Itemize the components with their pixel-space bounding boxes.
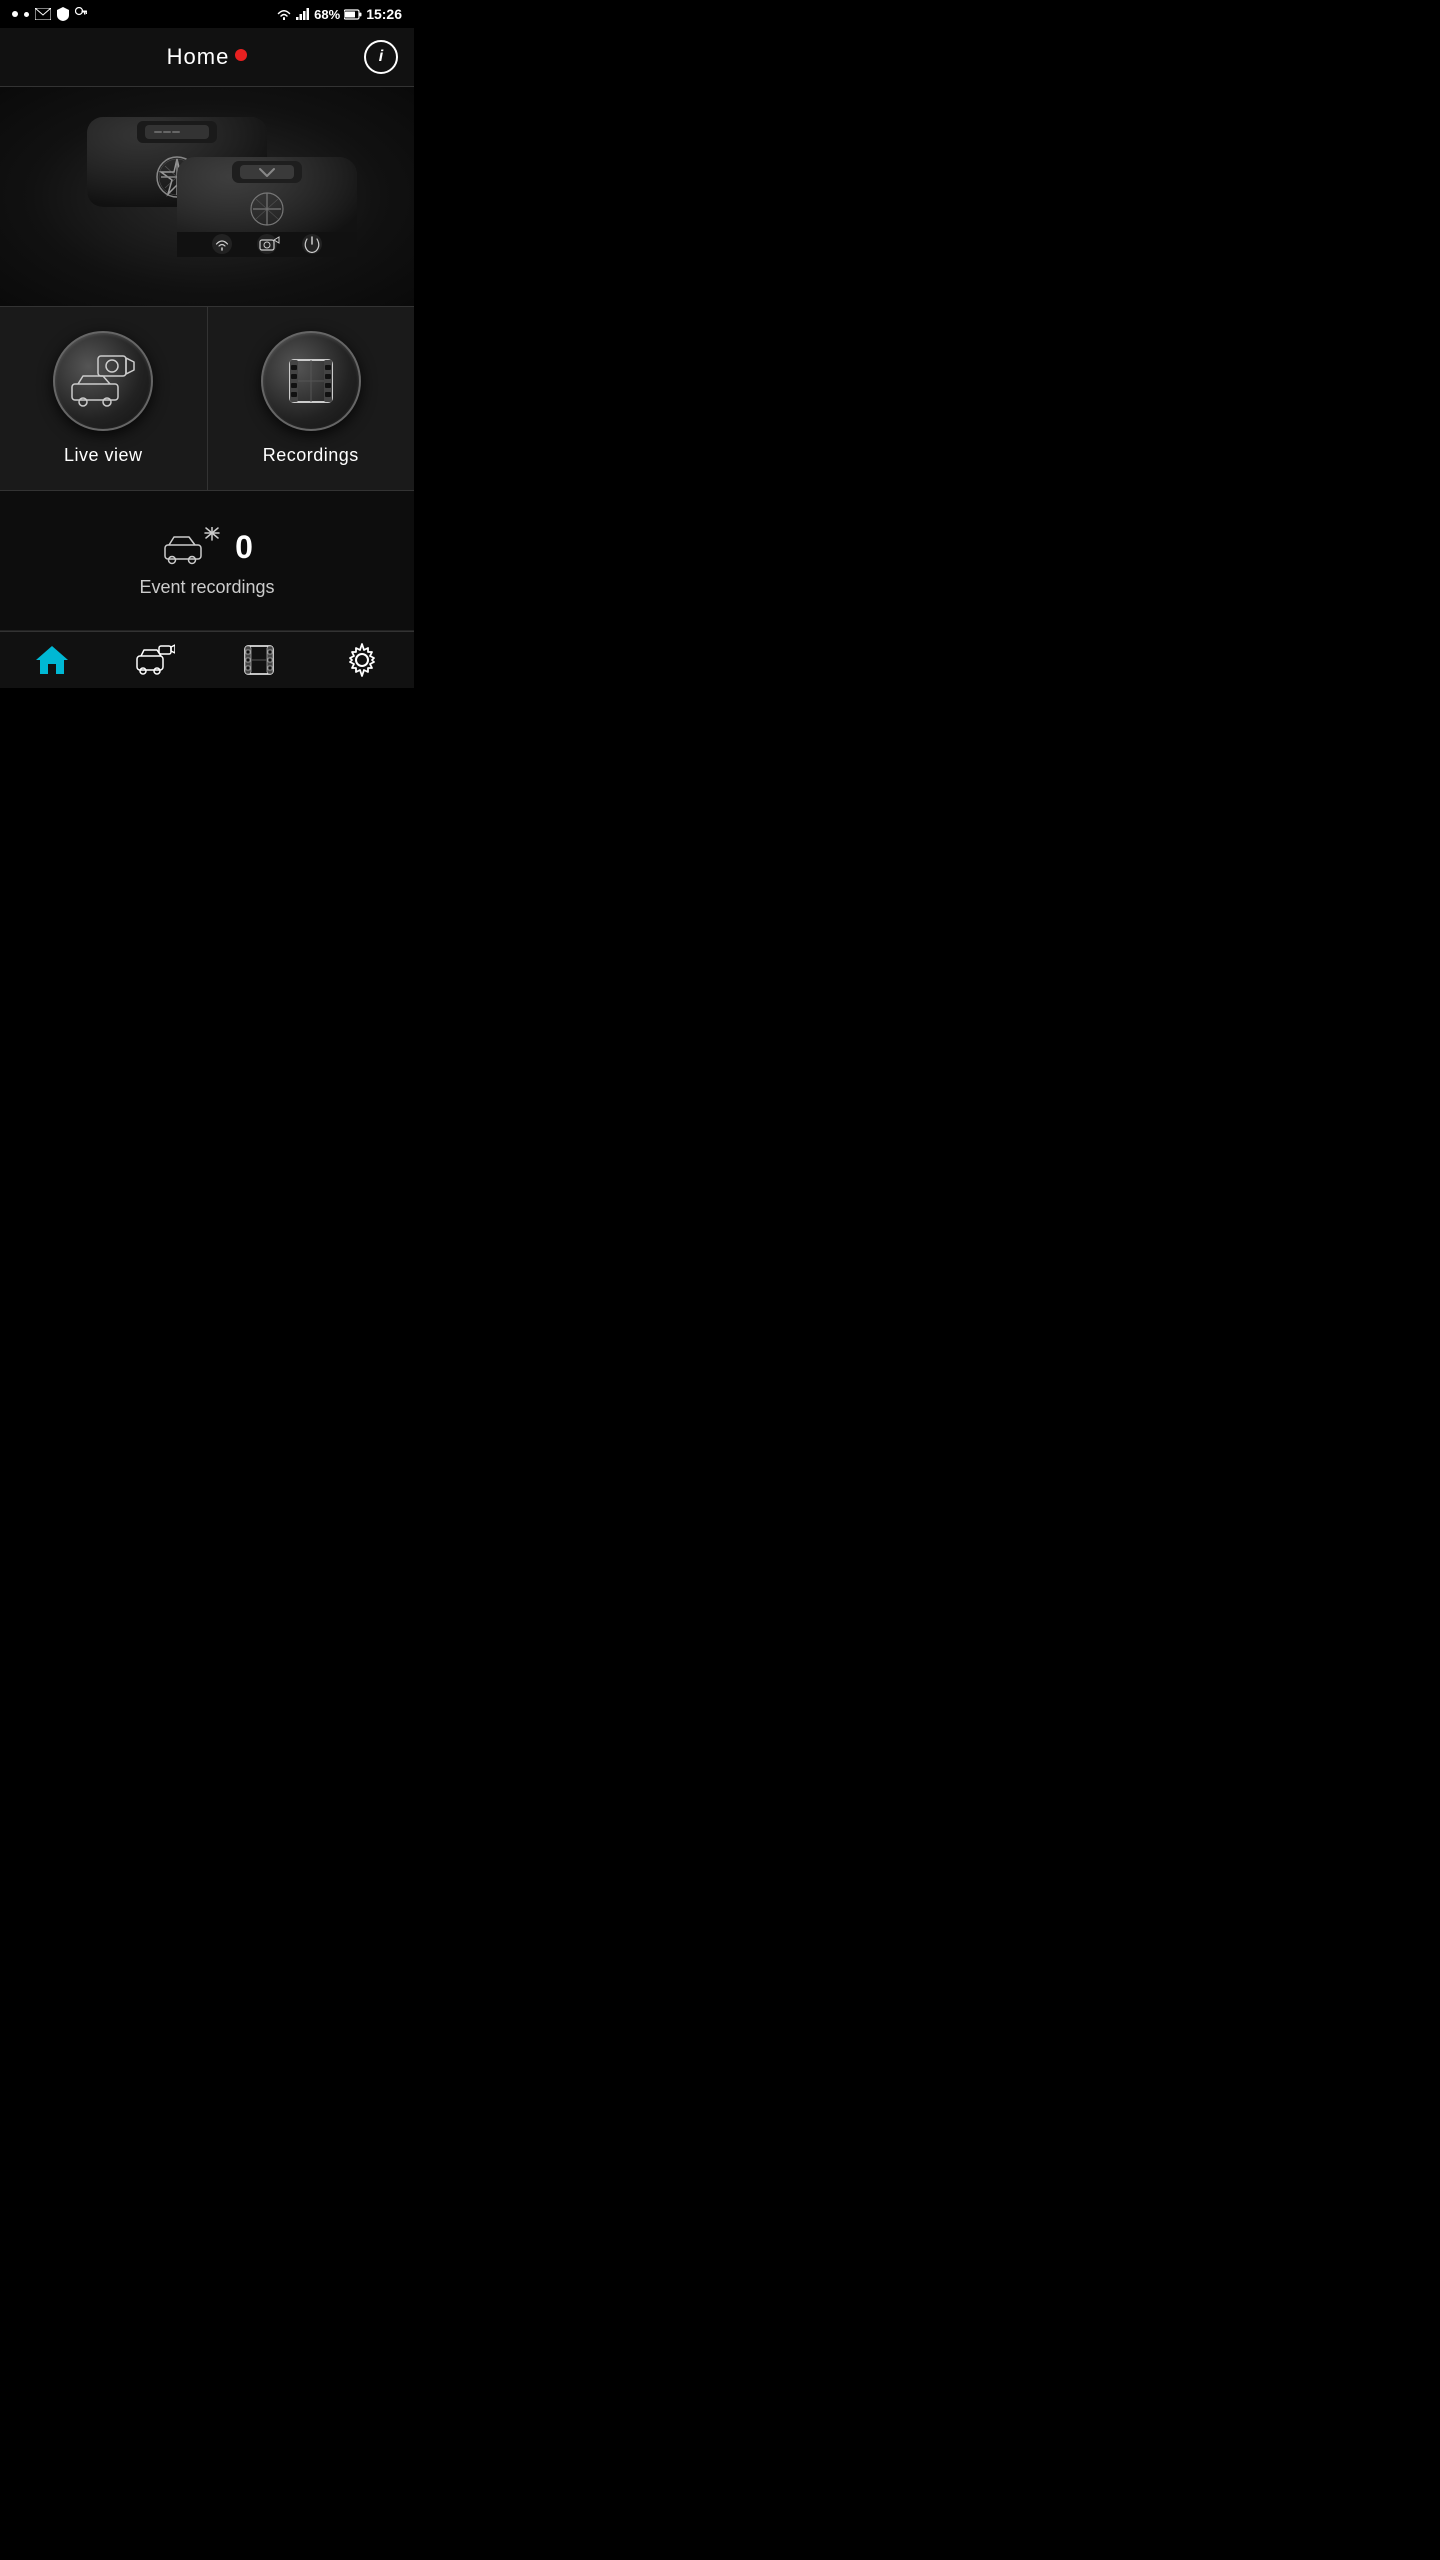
camera-car-icon (68, 354, 138, 409)
wifi-icon (276, 8, 292, 20)
device-image-area (0, 87, 414, 307)
page-title: Home (167, 44, 230, 70)
dashcam-front-device (167, 147, 367, 287)
nav-home-button[interactable] (0, 632, 104, 688)
info-button[interactable]: i (364, 40, 398, 74)
shield-icon (57, 7, 69, 21)
event-recordings-label: Event recordings (139, 577, 274, 598)
live-camera-icon (135, 642, 175, 678)
nav-settings-button[interactable] (311, 632, 415, 688)
bottom-nav (0, 631, 414, 688)
event-row: 0 (161, 527, 253, 567)
time-display: 15:26 (366, 6, 402, 22)
status-left (12, 7, 87, 21)
dot1-icon (12, 11, 18, 17)
recordings-label: Recordings (263, 445, 359, 466)
app-header: Home i (0, 28, 414, 87)
recordings-icon-circle (261, 331, 361, 431)
settings-icon (344, 642, 380, 678)
recording-indicator (235, 49, 247, 61)
film-strip-icon (282, 352, 340, 410)
battery-icon (344, 9, 362, 20)
nav-recordings-button[interactable] (207, 632, 311, 688)
nav-film-icon (241, 642, 277, 678)
live-view-icon-circle (53, 331, 153, 431)
home-icon (34, 642, 70, 678)
status-bar: 68% 15:26 (0, 0, 414, 28)
event-count: 0 (235, 529, 253, 566)
collision-icon (161, 527, 221, 567)
live-view-button[interactable]: Live view (0, 307, 208, 490)
header-title-area: Home (167, 44, 248, 70)
main-menu: Live view (0, 307, 414, 491)
recordings-button[interactable]: Recordings (208, 307, 415, 490)
live-view-label: Live view (64, 445, 143, 466)
status-right: 68% 15:26 (276, 6, 402, 22)
gmail-icon (35, 8, 51, 20)
battery-percentage: 68% (314, 7, 340, 22)
key-icon (75, 7, 87, 21)
event-section: 0 Event recordings (0, 491, 414, 631)
nav-live-button[interactable] (104, 632, 208, 688)
signal-icon (296, 8, 310, 20)
dashcam-devices (47, 97, 367, 297)
dot2-icon (24, 12, 29, 17)
